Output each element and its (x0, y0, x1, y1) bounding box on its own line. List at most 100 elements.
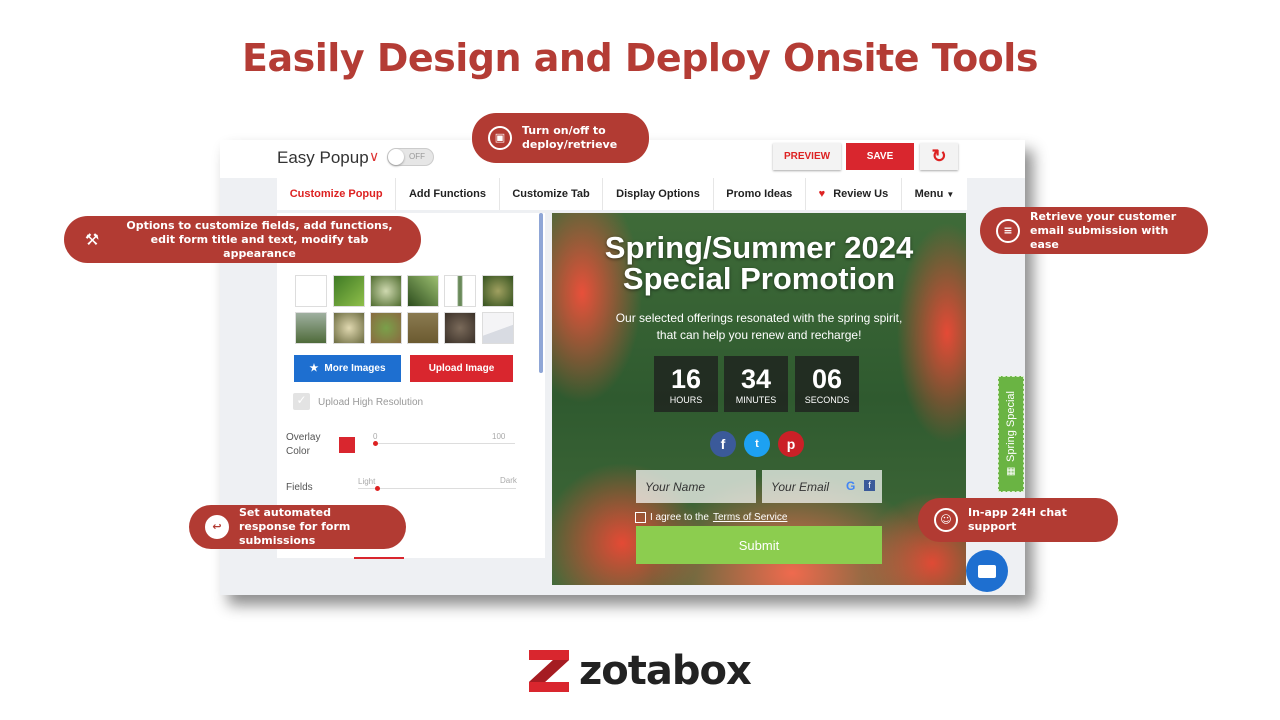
save-button[interactable]: SAVE (846, 143, 914, 170)
callout-email: ≡ Retrieve your customer email submission… (980, 207, 1208, 254)
star-icon: ★ (309, 363, 319, 374)
callout-auto-response: ↩ Set automated response for form submiss… (189, 505, 406, 549)
side-tab-label: Spring Special (1005, 390, 1017, 462)
callout-text: Turn on/off to deploy/retrieve (522, 124, 618, 151)
countdown-hours: 16 HOURS (654, 356, 718, 412)
name-input[interactable]: Your Name (636, 470, 756, 503)
toggle-label: OFF (409, 152, 425, 161)
tab-review-us[interactable]: ♥ Review Us (806, 178, 902, 210)
overlay-color-label: Overlay Color (286, 432, 321, 457)
button-label: More Images (324, 363, 386, 374)
image-thumb[interactable] (333, 275, 365, 307)
image-placeholder-icon[interactable] (482, 312, 514, 344)
countdown-value: 34 (740, 364, 772, 394)
logo-wordmark: zotabox (579, 648, 752, 694)
headline: Easily Design and Deploy Onsite Tools (242, 36, 1038, 80)
email-input[interactable]: Your Email Gf (762, 470, 882, 503)
callout-toggle: ▣ Turn on/off to deploy/retrieve (472, 113, 649, 163)
fields-min: Light (358, 477, 376, 486)
image-thumb[interactable] (444, 275, 476, 307)
facebook-icon[interactable]: f (710, 431, 736, 457)
tab-customize-tab[interactable]: Customize Tab (500, 178, 604, 210)
twitter-icon[interactable]: t (744, 431, 770, 457)
subtitle-line: that can help you renew and recharge! (656, 328, 862, 342)
chevron-down-icon[interactable]: ∨ (369, 148, 379, 165)
preset-button[interactable] (354, 557, 404, 559)
terms-link[interactable]: Terms of Service (713, 512, 787, 523)
overlay-slider-handle[interactable] (373, 441, 378, 446)
scrollbar[interactable] (539, 213, 543, 373)
countdown-unit: SECONDS (804, 395, 850, 405)
countdown-minutes: 34 MINUTES (724, 356, 788, 412)
callout-text: Options to customize fields, add functio… (126, 218, 393, 260)
google-icon[interactable]: G (846, 479, 855, 493)
image-thumb[interactable] (333, 312, 365, 344)
chat-icon (978, 564, 996, 578)
reply-icon: ↩ (205, 515, 229, 539)
callout-options: ⚒ Options to customize fields, add functi… (64, 216, 421, 263)
app-name: Easy Popup (277, 148, 369, 167)
callout-text: Set automated response for form submissi… (239, 506, 351, 547)
submit-button[interactable]: Submit (636, 526, 882, 564)
image-thumb[interactable] (407, 312, 439, 344)
overlay-slider[interactable] (373, 443, 515, 444)
popup-subtitle: Our selected offerings resonated with th… (552, 310, 966, 344)
overlay-min: 0 (373, 432, 378, 441)
tab-add-functions[interactable]: Add Functions (396, 178, 500, 210)
image-thumb[interactable] (295, 312, 327, 344)
image-thumb[interactable] (370, 312, 402, 344)
agree-row: I agree to the Terms of Service (635, 512, 787, 523)
email-list-icon: ≡ (996, 218, 1020, 243)
agree-text: I agree to the (650, 512, 709, 523)
image-thumb[interactable] (407, 275, 439, 307)
subtitle-line: Our selected offerings resonated with th… (615, 311, 903, 325)
image-thumb[interactable] (295, 275, 327, 307)
image-thumb[interactable] (444, 312, 476, 344)
callout-text: In-app 24H chat support (968, 506, 1067, 533)
zotabox-logo: zotabox (527, 648, 752, 694)
fields-max: Dark (500, 476, 517, 485)
overlay-max: 100 (492, 432, 506, 441)
overlay-color-swatch[interactable] (339, 437, 355, 453)
countdown-unit: MINUTES (735, 395, 777, 405)
gift-icon: ▦ (1006, 466, 1016, 478)
nav-tabs: Customize Popup Add Functions Customize … (277, 178, 967, 210)
zotabox-logo-mark (529, 650, 569, 692)
side-tab[interactable]: Spring Special ▦ (998, 376, 1024, 492)
heart-icon: ♥ (818, 188, 826, 200)
tab-menu[interactable]: Menu ▼ (902, 178, 967, 210)
tab-customize-popup[interactable]: Customize Popup (277, 178, 397, 210)
fields-slider[interactable] (358, 488, 516, 489)
high-res-checkbox[interactable]: ✓ (293, 393, 310, 410)
image-thumb[interactable] (482, 275, 514, 307)
support-agent-icon: ☺ (934, 508, 958, 532)
preview-button[interactable]: PREVIEW (773, 143, 841, 170)
high-res-label: Upload High Resolution (318, 397, 424, 408)
image-thumb[interactable] (370, 275, 402, 307)
pinterest-icon[interactable]: p (778, 431, 804, 457)
tab-label: Menu (914, 188, 944, 200)
more-images-button[interactable]: ★ More Images (294, 355, 401, 382)
email-placeholder: Your Email (771, 480, 830, 494)
countdown-value: 16 (670, 364, 702, 394)
countdown-seconds: 06 SECONDS (795, 356, 859, 412)
caret-down-icon: ▼ (946, 189, 955, 199)
refresh-icon[interactable]: ↻ (920, 143, 958, 170)
tab-promo-ideas[interactable]: Promo Ideas (714, 178, 806, 210)
countdown-value: 06 (811, 364, 843, 394)
upload-image-button[interactable]: Upload Image (410, 355, 513, 382)
agree-checkbox[interactable] (635, 512, 646, 523)
fields-slider-handle[interactable] (375, 486, 380, 491)
callout-text: Retrieve your customer email submission … (1030, 209, 1177, 251)
tab-display-options[interactable]: Display Options (603, 178, 714, 210)
tools-icon: ⚒ (84, 229, 100, 249)
deploy-toggle[interactable]: OFF (387, 148, 434, 166)
chat-button[interactable] (966, 550, 1008, 592)
facebook-login-icon[interactable]: f (864, 480, 875, 491)
popup-title: Spring/Summer 2024 Special Promotion (604, 230, 914, 296)
callout-chat: ☺ In-app 24H chat support (918, 498, 1118, 542)
tab-label: Review Us (833, 188, 889, 200)
deploy-icon: ▣ (488, 126, 512, 150)
countdown-unit: HOURS (669, 395, 703, 405)
fields-label: Fields (286, 482, 313, 493)
